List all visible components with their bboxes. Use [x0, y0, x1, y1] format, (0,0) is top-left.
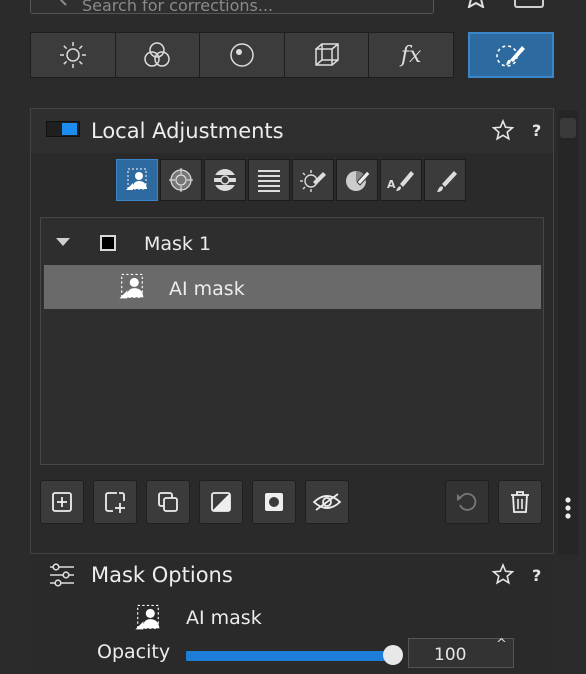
- tab-detail[interactable]: [200, 33, 285, 77]
- invert-mask-button[interactable]: [199, 480, 243, 524]
- circular-gradient-tool-button[interactable]: [204, 159, 246, 201]
- ai-mask-tool-icon: [126, 168, 147, 190]
- local-adjustments-title: Local Adjustments: [91, 119, 284, 143]
- tab-geometry[interactable]: [284, 33, 370, 77]
- mask-component-name: AI mask: [169, 278, 245, 300]
- ai-mask-icon: [116, 271, 148, 303]
- invert-icon: [211, 492, 231, 512]
- auto-brush-tool-button[interactable]: A: [380, 159, 422, 201]
- mask-view-icon: [265, 493, 283, 511]
- more-options-icon[interactable]: [564, 496, 572, 520]
- svg-text:A: A: [387, 178, 396, 191]
- search-placeholder: Search for corrections...: [82, 0, 274, 15]
- add-to-mask-icon: [105, 492, 125, 513]
- brush-icon: [437, 171, 457, 192]
- color-range-tool-button[interactable]: [336, 159, 378, 201]
- light-icon: [59, 42, 86, 68]
- opacity-slider-handle[interactable]: [383, 645, 403, 665]
- current-mask-label: AI mask: [186, 607, 262, 629]
- opacity-label: Opacity: [97, 641, 171, 663]
- add-component-button[interactable]: [93, 480, 137, 524]
- luminance-range-tool-icon: [300, 170, 326, 192]
- radial-gradient-tool-icon: [169, 168, 193, 192]
- undo-icon: [457, 492, 477, 511]
- scrollbar-thumb[interactable]: [560, 118, 576, 138]
- mask-name[interactable]: Mask 1: [144, 233, 211, 255]
- plus-square-icon: [52, 492, 72, 512]
- tab-color[interactable]: [115, 33, 201, 77]
- help-button[interactable]: ?: [532, 121, 541, 140]
- chevron-left-icon: [58, 0, 68, 6]
- help-button[interactable]: ?: [532, 566, 541, 585]
- duplicate-mask-button[interactable]: [146, 480, 190, 524]
- toggle-knob: [62, 123, 77, 135]
- radial-gradient-tool-button[interactable]: [160, 159, 202, 201]
- color-range-tool-icon: [346, 170, 371, 191]
- panel-layout-icon[interactable]: [514, 0, 544, 8]
- local-adjustments-icon: [496, 45, 525, 67]
- palette-tabs: fx: [30, 32, 454, 78]
- ai-mask-icon: [132, 602, 164, 634]
- add-mask-button[interactable]: [40, 480, 84, 524]
- geometry-icon: [314, 43, 339, 66]
- reset-button[interactable]: [445, 480, 489, 524]
- opacity-slider[interactable]: [186, 651, 392, 661]
- tab-light[interactable]: [31, 33, 116, 77]
- tab-local-adjustments[interactable]: [468, 32, 554, 78]
- favorite-star-icon[interactable]: [492, 563, 514, 585]
- linear-gradient-tool-button[interactable]: [248, 159, 290, 201]
- luminance-range-tool-button[interactable]: [292, 159, 334, 201]
- mask-color-swatch[interactable]: [100, 235, 116, 251]
- mask-tool-row: A: [116, 159, 466, 201]
- sliders-icon: [48, 563, 76, 587]
- detail-icon: [230, 43, 254, 67]
- mask-list: [40, 217, 544, 465]
- mask-options-title: Mask Options: [91, 563, 233, 587]
- favorite-star-icon[interactable]: [492, 119, 514, 141]
- favorite-star-icon[interactable]: [464, 0, 488, 8]
- brush-tool-button[interactable]: [424, 159, 466, 201]
- tab-effects[interactable]: fx: [369, 33, 453, 77]
- color-icon: [144, 42, 171, 67]
- linear-gradient-tool-icon: [258, 170, 280, 192]
- circular-gradient-tool-icon: [214, 169, 236, 191]
- show-mask-button[interactable]: [252, 480, 296, 524]
- eye-hidden-icon: [312, 493, 342, 511]
- duplicate-icon: [158, 492, 178, 512]
- opacity-value: 100: [434, 645, 467, 665]
- increment-arrow-icon[interactable]: ^: [496, 637, 507, 652]
- expand-caret-icon[interactable]: [56, 238, 70, 246]
- scrollbar[interactable]: [558, 110, 578, 555]
- trash-icon: [511, 491, 529, 513]
- hide-mask-button[interactable]: [305, 480, 349, 524]
- auto-brush-icon: A: [387, 171, 414, 191]
- delete-mask-button[interactable]: [498, 480, 542, 524]
- ai-mask-tool-button[interactable]: [116, 159, 158, 201]
- effects-icon: fx: [400, 42, 422, 68]
